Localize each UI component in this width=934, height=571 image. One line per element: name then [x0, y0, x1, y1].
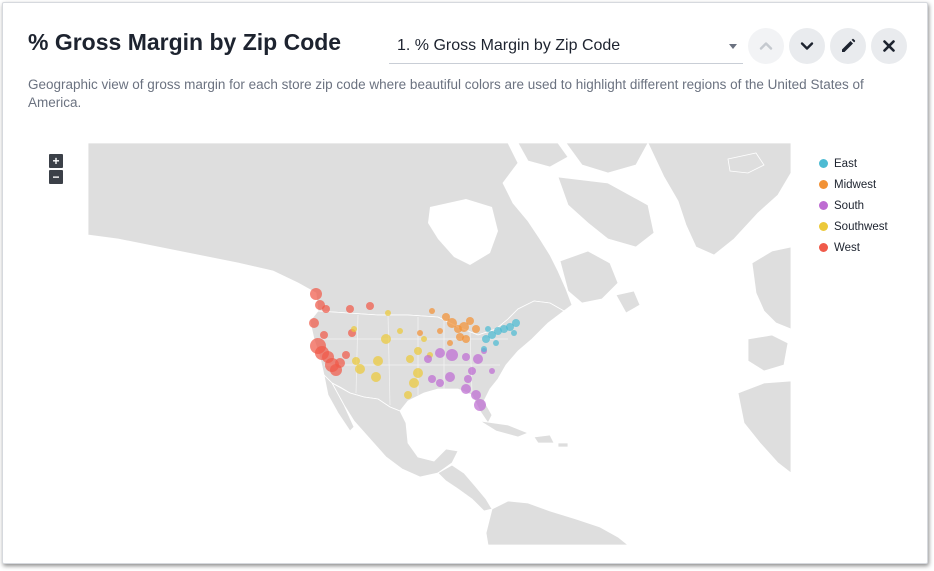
central-america: [437, 464, 493, 512]
arctic-island-1: [517, 143, 569, 168]
store-point-west[interactable]: [320, 331, 328, 339]
land-masses: [88, 143, 791, 545]
store-point-east[interactable]: [485, 326, 491, 332]
world-map: [88, 143, 791, 545]
legend-swatch-east: [819, 159, 828, 168]
store-point-southwest[interactable]: [381, 334, 391, 344]
store-point-west[interactable]: [342, 351, 350, 359]
store-point-south[interactable]: [424, 355, 432, 363]
store-point-west[interactable]: [346, 305, 354, 313]
store-point-south[interactable]: [473, 354, 483, 364]
next-button[interactable]: [789, 28, 825, 64]
legend-swatch-southwest: [819, 222, 828, 231]
legend-label: East: [834, 157, 858, 170]
store-point-west[interactable]: [335, 358, 345, 368]
store-point-southwest[interactable]: [385, 310, 391, 316]
store-point-south[interactable]: [462, 353, 470, 361]
store-point-west[interactable]: [322, 305, 330, 313]
legend-swatch-midwest: [819, 180, 828, 189]
legend-swatch-south: [819, 201, 828, 210]
legend-label: West: [834, 241, 860, 254]
store-point-south[interactable]: [445, 372, 455, 382]
south-america: [485, 500, 629, 545]
store-point-west[interactable]: [310, 288, 322, 300]
close-icon: [883, 40, 895, 52]
store-point-midwest[interactable]: [429, 308, 435, 314]
north-america-north: [88, 143, 573, 336]
selector-value: 1. % Gross Margin by Zip Code: [397, 37, 621, 54]
edit-button[interactable]: [830, 28, 866, 64]
chevron-up-icon: [759, 42, 773, 50]
previous-button[interactable]: [748, 28, 784, 64]
store-point-southwest[interactable]: [371, 372, 381, 382]
puerto-rico: [557, 442, 569, 448]
store-point-southwest[interactable]: [351, 326, 357, 332]
greenland: [647, 143, 791, 256]
store-point-southwest[interactable]: [406, 355, 414, 363]
store-point-south[interactable]: [428, 375, 436, 383]
zoom-out-button[interactable]: −: [49, 170, 63, 184]
chevron-down-icon: [800, 42, 814, 50]
map-canvas[interactable]: [88, 143, 791, 545]
west-africa: [737, 380, 791, 474]
store-point-midwest[interactable]: [472, 325, 480, 333]
store-point-south[interactable]: [464, 375, 472, 383]
store-point-south[interactable]: [436, 379, 444, 387]
store-point-southwest[interactable]: [373, 356, 383, 366]
legend-item-west[interactable]: West: [819, 237, 888, 258]
store-point-southwest[interactable]: [404, 391, 412, 399]
baffin-island: [557, 176, 655, 248]
store-point-southwest[interactable]: [409, 378, 419, 388]
store-point-west[interactable]: [309, 318, 319, 328]
store-point-midwest[interactable]: [447, 340, 453, 346]
store-point-south[interactable]: [471, 390, 481, 400]
store-point-southwest[interactable]: [352, 357, 360, 365]
caret-down-icon: [729, 43, 737, 49]
store-point-west[interactable]: [366, 302, 374, 310]
store-point-midwest[interactable]: [437, 328, 443, 334]
store-point-southwest[interactable]: [421, 336, 427, 342]
page-title: % Gross Margin by Zip Code: [28, 29, 342, 55]
store-point-south[interactable]: [489, 368, 495, 374]
hispaniola: [533, 434, 555, 444]
store-point-southwest[interactable]: [413, 368, 423, 378]
visualization-selector[interactable]: 1. % Gross Margin by Zip Code: [389, 29, 743, 64]
store-point-southwest[interactable]: [355, 364, 365, 374]
legend: East Midwest South Southwest West: [819, 153, 888, 258]
legend-item-midwest[interactable]: Midwest: [819, 174, 888, 195]
description-text: Geographic view of gross margin for each…: [28, 77, 864, 110]
western-europe: [751, 246, 791, 330]
store-point-southwest[interactable]: [397, 328, 403, 334]
iberia: [747, 334, 789, 372]
store-point-south[interactable]: [474, 399, 486, 411]
store-point-southwest[interactable]: [414, 347, 422, 355]
arctic-island-2: [565, 143, 649, 174]
store-point-midwest[interactable]: [466, 317, 474, 325]
legend-item-east[interactable]: East: [819, 153, 888, 174]
legend-label: Southwest: [834, 220, 888, 233]
pencil-icon: [842, 38, 856, 52]
newfoundland: [615, 290, 641, 314]
legend-label: South: [834, 199, 865, 212]
store-point-midwest[interactable]: [417, 330, 423, 336]
store-point-south[interactable]: [461, 384, 471, 394]
store-point-south[interactable]: [446, 349, 458, 361]
visualization-card: % Gross Margin by Zip Code 1. % Gross Ma…: [2, 2, 928, 564]
store-point-midwest[interactable]: [456, 333, 464, 341]
store-point-east[interactable]: [512, 319, 520, 327]
legend-swatch-west: [819, 243, 828, 252]
store-point-south[interactable]: [435, 348, 445, 358]
cuba: [479, 420, 530, 438]
store-point-south[interactable]: [468, 367, 476, 375]
legend-item-southwest[interactable]: Southwest: [819, 216, 888, 237]
zoom-in-button[interactable]: +: [49, 154, 63, 168]
legend-label: Midwest: [834, 178, 877, 191]
close-button[interactable]: [871, 28, 907, 64]
store-point-east[interactable]: [493, 340, 499, 346]
legend-item-south[interactable]: South: [819, 195, 888, 216]
store-point-east[interactable]: [511, 330, 517, 336]
store-point-east[interactable]: [481, 346, 487, 352]
